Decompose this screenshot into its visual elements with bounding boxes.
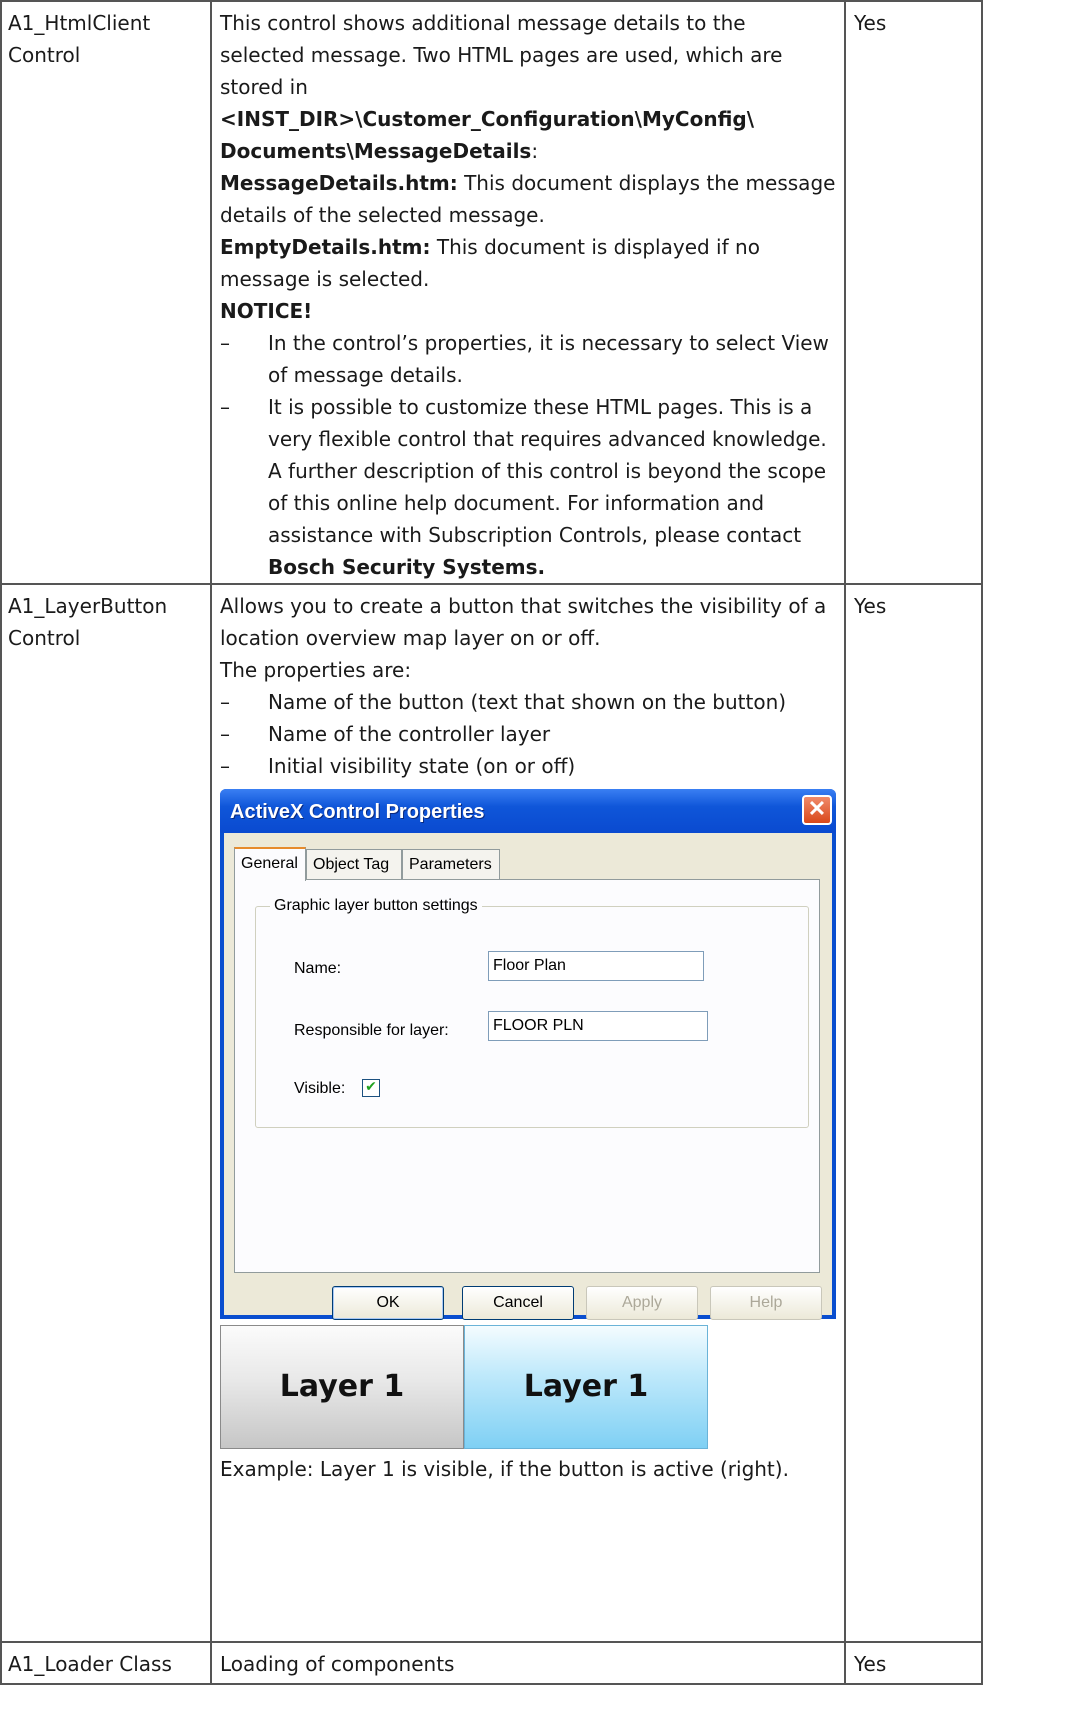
list-item: – Name of the controller layer	[220, 718, 836, 750]
list-item: – Name of the button (text that shown on …	[220, 686, 836, 718]
layer-label: Responsible for layer:	[294, 1022, 449, 1039]
settings-group: Graphic layer button settings Name: Floo…	[255, 895, 809, 1128]
status-text: Yes	[854, 1652, 887, 1676]
component-name-cell: A1_Loader Class	[0, 1641, 212, 1685]
description-cell: Loading of components	[210, 1641, 846, 1685]
tab-parameters[interactable]: Parameters	[402, 849, 500, 879]
visible-checkbox[interactable]: ✔	[362, 1079, 380, 1097]
file-label: MessageDetails.htm:	[220, 171, 458, 195]
tab-general[interactable]: General	[234, 847, 306, 881]
list-item-text: Name of the button (text that shown on t…	[268, 690, 787, 714]
paragraph: The properties are:	[220, 658, 412, 682]
name-label: Name:	[294, 960, 342, 977]
dash-bullet: –	[220, 722, 230, 746]
component-name: A1_LayerButton	[8, 594, 168, 618]
path-suffix: :	[531, 139, 539, 163]
dialog-title-bar[interactable]: ActiveX Control Properties ✕	[220, 789, 836, 833]
status-cell: Yes	[844, 1641, 983, 1685]
status-text: Yes	[854, 11, 887, 35]
tab-panel: Graphic layer button settings Name: Floo…	[234, 879, 820, 1273]
list-item-text-part: It is possible to customize these HTML p…	[268, 395, 827, 547]
list-item: – In the control’s properties, it is nece…	[220, 327, 836, 391]
dash-bullet: –	[220, 754, 230, 778]
notice-heading: NOTICE!	[220, 299, 313, 323]
help-button[interactable]: Help	[710, 1286, 822, 1320]
list-item-text: Initial visibility state (on or off)	[268, 754, 576, 778]
list-item: – Initial visibility state (on or off)	[220, 750, 836, 782]
status-cell: Yes	[844, 583, 983, 1643]
intro-text: This control shows additional message de…	[220, 11, 783, 99]
layer-button-inactive: Layer 1	[220, 1325, 464, 1449]
dash-bullet: –	[220, 690, 230, 714]
file-label: EmptyDetails.htm:	[220, 235, 431, 259]
list-item-text: Name of the controller layer	[268, 722, 551, 746]
path-text: <INST_DIR>\Customer_Configuration\MyConf…	[220, 107, 755, 163]
component-name: A1_HtmlClient	[8, 11, 151, 35]
layer-field[interactable]: FLOOR PLN	[488, 1011, 708, 1041]
dialog-body: General Object Tag Parameters Graphic la…	[224, 833, 832, 1320]
visible-label: Visible:	[294, 1080, 346, 1097]
close-icon[interactable]: ✕	[802, 795, 832, 825]
layer-button-active: Layer 1	[464, 1325, 708, 1449]
dash-bullet: –	[220, 331, 230, 355]
list-item-text: In the control’s properties, it is neces…	[268, 331, 829, 387]
activex-properties-dialog: ActiveX Control Properties ✕ General Obj…	[220, 789, 836, 1320]
component-name-cell: A1_LayerButton Control	[0, 583, 212, 1643]
company-name: Bosch Security Systems.	[268, 555, 546, 579]
list-item: – It is possible to customize these HTML …	[220, 391, 836, 583]
component-name: A1_Loader Class	[8, 1652, 172, 1676]
name-field[interactable]: Floor Plan	[488, 951, 704, 981]
table-row: A1_HtmlClient Control This control shows…	[0, 0, 983, 585]
status-text: Yes	[854, 594, 887, 618]
group-label: Graphic layer button settings	[270, 895, 482, 917]
description-cell: This control shows additional message de…	[210, 0, 846, 585]
description-text: Loading of components	[220, 1652, 455, 1676]
paragraph: MessageDetails.htm: This document displa…	[220, 167, 836, 231]
paragraph: EmptyDetails.htm: This document is displ…	[220, 231, 836, 295]
description-cell: Allows you to create a button that switc…	[210, 583, 846, 1643]
paragraph: Allows you to create a button that switc…	[220, 594, 827, 650]
paragraph: This control shows additional message de…	[220, 7, 836, 167]
example-caption: Example: Layer 1 is visible, if the butt…	[220, 1457, 789, 1481]
table-row: A1_LayerButton Control Allows you to cre…	[0, 583, 983, 1643]
component-name: Control	[8, 626, 81, 650]
table-row: A1_Loader Class Loading of components Ye…	[0, 1641, 983, 1685]
layer-button-examples: Layer 1 Layer 1	[220, 1325, 836, 1449]
cancel-button[interactable]: Cancel	[462, 1286, 574, 1320]
component-name: Control	[8, 43, 81, 67]
apply-button[interactable]: Apply	[586, 1286, 698, 1320]
dash-bullet: –	[220, 395, 230, 419]
ok-button[interactable]: OK	[332, 1286, 444, 1320]
dialog-title: ActiveX Control Properties	[230, 801, 485, 823]
component-table: A1_HtmlClient Control This control shows…	[0, 0, 983, 1685]
status-cell: Yes	[844, 0, 983, 585]
tab-object-tag[interactable]: Object Tag	[306, 849, 402, 879]
component-name-cell: A1_HtmlClient Control	[0, 0, 212, 585]
list-item-text: It is possible to customize these HTML p…	[268, 391, 836, 583]
